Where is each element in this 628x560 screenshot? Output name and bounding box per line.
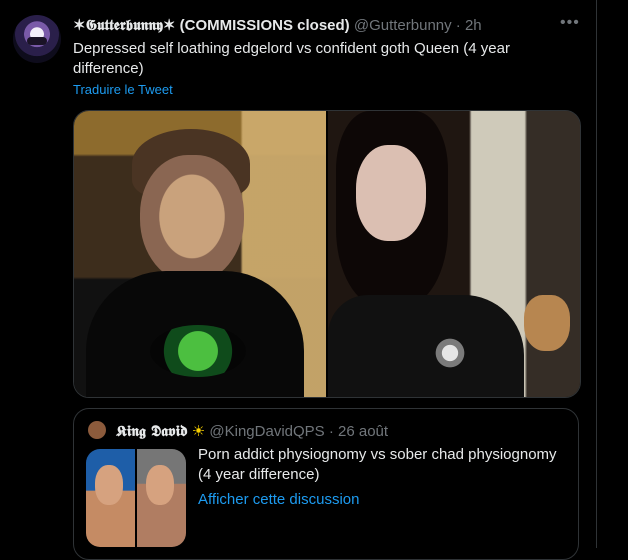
quoted-separator-dot: · bbox=[328, 423, 334, 440]
quoted-author-display-name[interactable]: 𝕶𝖎𝖓𝖌 𝕯𝖆𝖛𝖎𝖉 bbox=[116, 422, 187, 440]
right-photo[interactable] bbox=[328, 111, 580, 397]
tweet-header: ✶𝕲𝖚𝖙𝖙𝖊𝖗𝖇𝖚𝖓𝖓𝖞✶ (COMMISSIONS closed) @Gutt… bbox=[73, 16, 482, 36]
tweet-time[interactable]: 2h bbox=[465, 17, 482, 34]
separator-dot: · bbox=[455, 17, 461, 34]
left-photo-shirt-logo bbox=[150, 325, 246, 377]
right-photo-print bbox=[416, 325, 484, 381]
quoted-tweet-text: Porn addict physiognomy vs sober chad ph… bbox=[198, 446, 557, 483]
author-avatar[interactable] bbox=[13, 15, 61, 63]
translate-tweet-link[interactable]: Traduire le Tweet bbox=[73, 82, 173, 97]
quoted-author-handle[interactable]: @KingDavidQPS bbox=[209, 423, 324, 440]
quoted-author-avatar[interactable] bbox=[88, 421, 106, 439]
sun-icon: ☀ bbox=[191, 423, 206, 440]
quoted-photo-left bbox=[86, 449, 135, 547]
author-handle[interactable]: @Gutterbunny bbox=[354, 17, 452, 34]
right-photo-cat bbox=[524, 295, 570, 351]
author-display-name[interactable]: ✶𝕲𝖚𝖙𝖙𝖊𝖗𝖇𝖚𝖓𝖓𝖞✶ (COMMISSIONS closed) bbox=[73, 17, 350, 34]
quoted-tweet-time[interactable]: 26 août bbox=[338, 423, 388, 440]
right-photo-face bbox=[356, 145, 426, 241]
quoted-tweet-card[interactable]: 𝕶𝖎𝖓𝖌 𝕯𝖆𝖛𝖎𝖉 ☀ @KingDavidQPS · 26 août Por… bbox=[73, 408, 579, 560]
left-photo-face bbox=[140, 155, 244, 283]
left-photo[interactable] bbox=[74, 111, 326, 397]
quoted-tweet-header: 𝕶𝖎𝖓𝖌 𝕯𝖆𝖛𝖎𝖉 ☀ @KingDavidQPS · 26 août bbox=[88, 421, 388, 442]
more-icon[interactable]: ••• bbox=[560, 14, 580, 32]
show-thread-link[interactable]: Afficher cette discussion bbox=[198, 491, 359, 508]
quoted-media[interactable] bbox=[86, 449, 186, 547]
timeline-right-border bbox=[596, 0, 597, 548]
tweet-text: Depressed self loathing edgelord vs conf… bbox=[73, 40, 510, 77]
quoted-photo-right bbox=[137, 449, 186, 547]
tweet-media[interactable] bbox=[73, 110, 581, 398]
